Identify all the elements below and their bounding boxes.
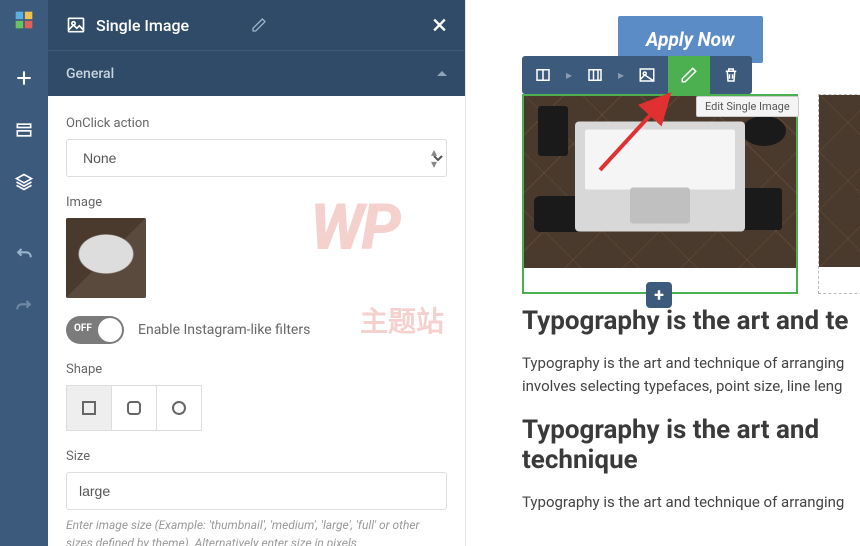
- filters-toggle-label: Enable Instagram-like filters: [138, 322, 310, 338]
- shape-square-button[interactable]: [66, 385, 112, 431]
- onclick-select[interactable]: None ▴▾: [66, 139, 447, 177]
- image-icon: [66, 15, 86, 35]
- toolbar-delete-button[interactable]: [710, 56, 752, 94]
- panel-title: Single Image: [96, 16, 241, 35]
- tab-general[interactable]: General: [48, 50, 465, 96]
- shape-group: [66, 385, 447, 431]
- chevron-right-icon: ▸: [616, 68, 626, 82]
- selected-image-frame[interactable]: [522, 94, 798, 294]
- panel-body: OnClick action None ▴▾ Image OFF Enable …: [48, 96, 465, 546]
- toggle-knob: [98, 318, 122, 342]
- settings-panel: Single Image × General OnClick action No…: [48, 0, 466, 546]
- rail-templates-button[interactable]: [14, 120, 34, 144]
- page-content: Typography is the art and te Typography …: [522, 306, 860, 532]
- size-input[interactable]: [66, 472, 447, 510]
- rail-undo-button[interactable]: [14, 244, 34, 268]
- toggle-off-label: OFF: [74, 323, 92, 334]
- caret-up-icon: [437, 71, 447, 76]
- size-help-text: Enter image size (Example: 'thumbnail', …: [66, 516, 447, 546]
- image-label: Image: [66, 195, 447, 210]
- paragraph-1b: involves selecting typefaces, point size…: [522, 377, 842, 395]
- rail-add-button[interactable]: [14, 68, 34, 92]
- onclick-label: OnClick action: [66, 116, 447, 131]
- rail-layers-button[interactable]: [14, 172, 34, 196]
- edit-name-icon[interactable]: [251, 17, 267, 33]
- paragraph-1a: Typography is the art and technique of a…: [522, 354, 844, 372]
- toolbar-edit-button[interactable]: [668, 56, 710, 94]
- filters-toggle[interactable]: OFF: [66, 316, 124, 344]
- element-toolbar: ▸ ▸: [522, 56, 752, 94]
- heading-2: Typography is the art and technique: [522, 415, 852, 475]
- edit-tooltip: Edit Single Image: [696, 96, 799, 117]
- tab-label: General: [66, 66, 114, 82]
- rail-redo-button[interactable]: [14, 296, 34, 320]
- left-rail: [0, 0, 48, 546]
- size-label: Size: [66, 449, 447, 464]
- logo-icon: [14, 10, 34, 30]
- toolbar-column-button[interactable]: [574, 56, 616, 94]
- square-icon: [82, 401, 96, 415]
- image-preview: [819, 95, 860, 267]
- shape-rounded-button[interactable]: [111, 385, 157, 431]
- paragraph-2: Typography is the art and technique of a…: [522, 491, 860, 514]
- image-thumbnail[interactable]: [66, 218, 146, 298]
- shape-label: Shape: [66, 362, 447, 377]
- page-canvas: Apply Now ▸ ▸ Edit Single Image: [466, 0, 860, 546]
- rounded-square-icon: [127, 401, 141, 415]
- chevron-right-icon: ▸: [564, 68, 574, 82]
- toolbar-image-button[interactable]: [626, 56, 668, 94]
- adjacent-image-frame[interactable]: [818, 94, 860, 294]
- close-button[interactable]: ×: [432, 11, 447, 39]
- image-preview: [524, 96, 796, 268]
- panel-header: Single Image ×: [48, 0, 465, 50]
- shape-circle-button[interactable]: [156, 385, 202, 431]
- add-element-button[interactable]: +: [646, 282, 672, 308]
- toolbar-row-button[interactable]: [522, 56, 564, 94]
- heading-1: Typography is the art and te: [522, 306, 860, 336]
- circle-icon: [172, 401, 186, 415]
